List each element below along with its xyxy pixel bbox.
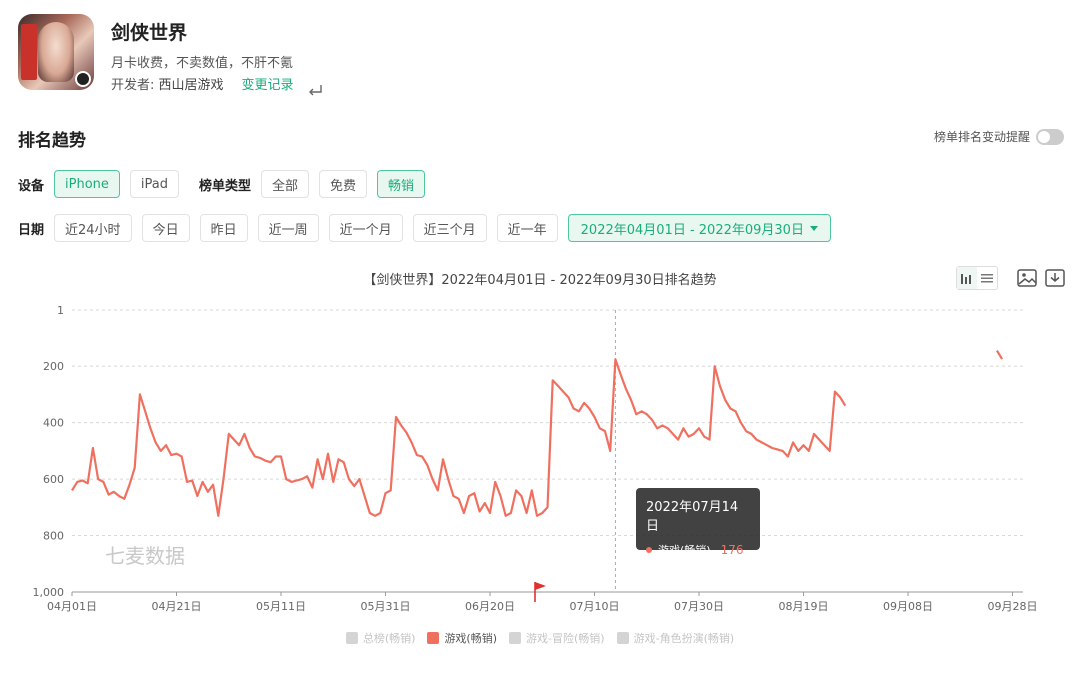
tooltip-row: 游戏(畅销) 176 <box>646 542 750 558</box>
list-type-chip-grossing[interactable]: 畅销 <box>377 170 426 198</box>
legend-swatch <box>509 632 522 644</box>
date-range-picker[interactable]: 2022年04月01日 - 2022年09月30日 <box>567 214 831 242</box>
bar-view-button[interactable] <box>957 267 977 289</box>
app-icon[interactable] <box>18 14 94 90</box>
legend-item-game[interactable]: 游戏(畅销) <box>427 630 497 646</box>
chart-tooltip: 2022年07月14日 游戏(畅销) 176 <box>636 488 760 557</box>
x-tick-label: 08月19日 <box>779 600 829 613</box>
image-save-icon[interactable] <box>1016 267 1038 289</box>
app-title: 剑侠世界 <box>111 22 188 44</box>
x-tick-label: 07月10日 <box>570 600 620 613</box>
download-icon[interactable] <box>1044 267 1066 289</box>
legend-item-rpg[interactable]: 游戏-角色扮演(畅销) <box>616 630 735 646</box>
rank-alert-toggle[interactable]: 榜单排名变动提醒 <box>934 128 1064 145</box>
list-view-button[interactable] <box>977 267 997 289</box>
list-icon <box>981 274 993 283</box>
rank-alert-label: 榜单排名变动提醒 <box>933 130 1030 144</box>
date-chip-today[interactable]: 今日 <box>141 214 190 242</box>
legend-label: 游戏-角色扮演(畅销) <box>633 632 735 645</box>
date-chip-3months[interactable]: 近三个月 <box>412 214 487 242</box>
y-tick-label: 1,000 <box>33 586 65 599</box>
bar-chart-icon <box>961 274 971 284</box>
section-title: 排名趋势 <box>18 131 86 151</box>
date-range-value: 2022年04月01日 - 2022年09月30日 <box>580 222 804 238</box>
x-tick-label: 09月08日 <box>883 600 933 613</box>
legend-label: 游戏-冒险(畅销) <box>526 632 605 645</box>
tooltip-value: 176 <box>720 543 744 557</box>
device-chip-iphone[interactable]: iPhone <box>54 170 120 198</box>
x-axis-ticks: 04月01日 04月21日 05月11日 05月31日 06月20日 07月10日 07月3… <box>47 592 1038 613</box>
y-tick-label: 800 <box>43 530 64 543</box>
return-arrow-icon <box>309 85 322 96</box>
date-chip-week[interactable]: 近一周 <box>257 214 319 242</box>
y-axis-ticks: 1 200 400 600 800 1,000 <box>33 304 65 599</box>
date-chip-yesterday[interactable]: 昨日 <box>199 214 248 242</box>
legend-swatch <box>616 632 629 644</box>
date-chip-24h[interactable]: 近24小时 <box>54 214 132 242</box>
series-line[interactable] <box>995 350 1004 360</box>
developer-label: 开发者: <box>111 78 159 93</box>
legend-label: 总榜(畅销) <box>362 632 416 645</box>
y-tick-label: 200 <box>43 360 64 373</box>
y-tick-label: 1 <box>57 304 64 317</box>
y-tick-label: 400 <box>43 417 64 430</box>
tooltip-series-dot <box>646 547 652 553</box>
chart-grid <box>72 309 1023 593</box>
device-label: 设备 <box>18 178 45 194</box>
list-type-label: 榜单类型 <box>199 178 252 194</box>
legend-swatch <box>345 632 358 644</box>
tooltip-date: 2022年07月14日 <box>646 500 739 534</box>
rank-trend-chart[interactable]: 1 200 400 600 800 1,000 04月01日 04月21日 05月11日 05月… <box>0 290 1080 620</box>
app-description: 月卡收费，不卖数值，不肝不氪 <box>111 56 294 71</box>
change-log-link[interactable]: 变更记录 <box>242 78 294 93</box>
x-tick-label: 05月11日 <box>256 600 306 613</box>
tooltip-series-name: 游戏(畅销) <box>658 544 711 557</box>
filter-row-date: 日期 近24小时 今日 昨日 近一周 近一个月 近三个月 近一年 2022年04… <box>18 214 841 242</box>
developer-name[interactable]: 西山居游戏 <box>159 78 224 93</box>
x-tick-label: 05月31日 <box>361 600 411 613</box>
chart-view-toggle <box>956 266 998 290</box>
chart-tools <box>956 266 1066 290</box>
watermark-text: 七麦数据 <box>105 544 185 568</box>
x-tick-label: 04月01日 <box>47 600 97 613</box>
legend-item-total[interactable]: 总榜(畅销) <box>345 630 416 646</box>
list-type-chip-free[interactable]: 免费 <box>319 170 368 198</box>
chart-title: 【剑侠世界】2022年04月01日 - 2022年09月30日排名趋势 <box>363 273 717 288</box>
x-tick-label: 07月30日 <box>674 600 724 613</box>
caret-down-icon <box>809 225 818 231</box>
date-chip-year[interactable]: 近一年 <box>496 214 558 242</box>
x-tick-label: 04月21日 <box>152 600 202 613</box>
app-icon-badge <box>75 71 91 87</box>
legend-swatch <box>427 632 440 644</box>
y-tick-label: 600 <box>43 473 64 486</box>
date-chip-month[interactable]: 近一个月 <box>328 214 403 242</box>
app-header: 剑侠世界 月卡收费，不卖数值，不肝不氪 开发者: 西山居游戏 变更记录 <box>18 14 418 104</box>
legend-label: 游戏(畅销) <box>444 632 498 645</box>
filter-row-device: 设备 iPhone iPad 榜单类型 全部 免费 畅销 <box>18 170 435 198</box>
chart-legend: 总榜(畅销) 游戏(畅销) 游戏-冒险(畅销) 游戏-角色扮演(畅销) <box>0 630 1080 646</box>
app-icon-character <box>38 22 74 82</box>
legend-item-adventure[interactable]: 游戏-冒险(畅销) <box>509 630 605 646</box>
app-developer-line: 开发者: 西山居游戏 变更记录 <box>111 74 294 93</box>
x-tick-label: 09月28日 <box>988 600 1038 613</box>
app-icon-seal <box>21 24 37 80</box>
device-chip-ipad[interactable]: iPad <box>129 170 179 198</box>
series-lines <box>71 350 1004 517</box>
toggle-switch[interactable] <box>1036 128 1064 145</box>
list-type-chip-all[interactable]: 全部 <box>261 170 310 198</box>
date-label: 日期 <box>18 222 45 238</box>
x-tick-label: 06月20日 <box>465 600 515 613</box>
